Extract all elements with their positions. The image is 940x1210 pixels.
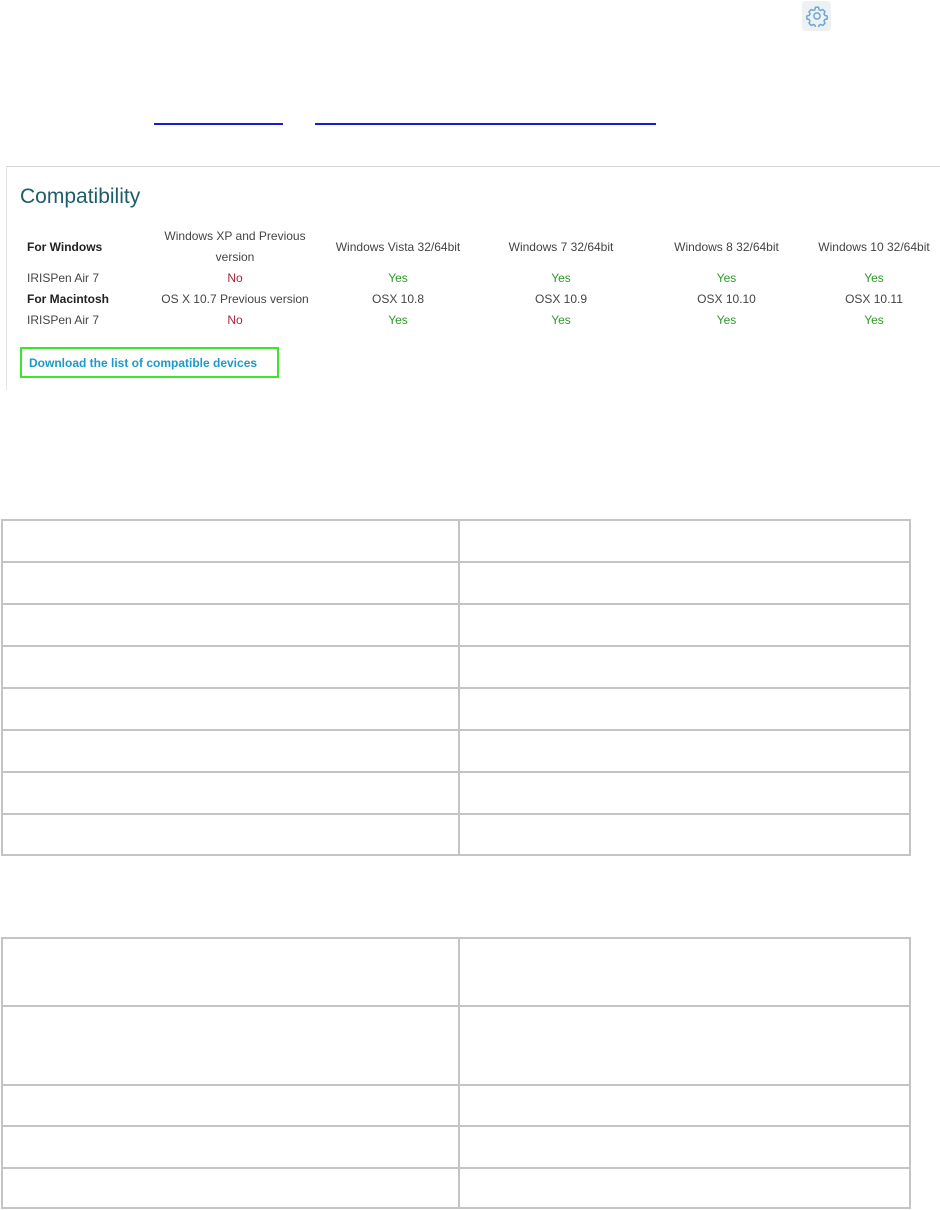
column-header: Windows 7 32/64bit bbox=[508, 239, 614, 254]
table-cell bbox=[458, 813, 911, 856]
table-row bbox=[1, 1084, 911, 1127]
column-header: Windows 10 32/64bit bbox=[818, 239, 930, 254]
table-cell bbox=[458, 519, 911, 563]
table-cell bbox=[458, 687, 911, 731]
table-cell bbox=[458, 729, 911, 773]
status-yes: Yes bbox=[388, 271, 408, 285]
table-cell bbox=[458, 645, 911, 689]
table-cell bbox=[1, 687, 460, 731]
status-yes: Yes bbox=[716, 271, 737, 285]
column-header: OSX 10.9 bbox=[534, 292, 588, 306]
table-cell bbox=[1, 771, 460, 815]
mac-header: For Macintosh bbox=[27, 292, 110, 306]
table-row bbox=[1, 813, 911, 856]
table-cell bbox=[1, 645, 460, 689]
table-cell bbox=[1, 1005, 460, 1086]
spec-table-1 bbox=[1, 519, 911, 856]
compatibility-title: Compatibility bbox=[20, 185, 141, 208]
table-cell bbox=[1, 1125, 460, 1169]
table-cell bbox=[458, 561, 911, 605]
windows-product-row: IRISPen Air 7 No Yes Yes Yes Yes bbox=[20, 268, 940, 289]
status-yes: Yes bbox=[716, 313, 737, 327]
table-row bbox=[1, 771, 911, 815]
spec-table-2 bbox=[1, 937, 911, 1209]
table-cell bbox=[1, 937, 460, 1007]
table-cell bbox=[1, 1084, 460, 1127]
top-link-1[interactable] bbox=[154, 123, 283, 125]
status-yes: Yes bbox=[864, 271, 884, 285]
table-row bbox=[1, 687, 911, 731]
table-cell bbox=[1, 813, 460, 856]
settings-button[interactable] bbox=[802, 1, 831, 31]
gear-icon bbox=[805, 5, 828, 27]
table-row bbox=[1, 1167, 911, 1209]
column-header: OSX 10.11 bbox=[845, 292, 903, 306]
table-row bbox=[1, 519, 911, 563]
download-highlight: Download the list of compatible devices bbox=[20, 347, 279, 378]
column-header: Windows XP and Previous version bbox=[164, 229, 306, 264]
compatibility-table: For Windows Windows XP and Previous vers… bbox=[20, 226, 940, 331]
table-cell bbox=[1, 519, 460, 563]
table-row bbox=[1, 1005, 911, 1086]
table-cell bbox=[458, 1125, 911, 1169]
top-link-2[interactable] bbox=[315, 123, 656, 125]
status-yes: Yes bbox=[551, 313, 571, 327]
status-yes: Yes bbox=[388, 313, 408, 327]
windows-header: For Windows bbox=[27, 239, 103, 254]
column-header: OSX 10.10 bbox=[697, 292, 756, 306]
table-row bbox=[1, 729, 911, 773]
status-no: No bbox=[227, 271, 243, 285]
table-cell bbox=[458, 1084, 911, 1127]
table-row bbox=[1, 603, 911, 647]
table-cell bbox=[458, 937, 911, 1007]
table-row bbox=[1, 561, 911, 605]
table-row bbox=[1, 1125, 911, 1169]
table-cell bbox=[1, 561, 460, 605]
mac-header-row: For Macintosh OS X 10.7 Previous version… bbox=[20, 289, 940, 310]
table-cell bbox=[458, 1167, 911, 1209]
table-cell bbox=[1, 1167, 460, 1209]
column-header: Windows 8 32/64bit bbox=[674, 239, 779, 254]
status-yes: Yes bbox=[551, 271, 571, 285]
table-row bbox=[1, 645, 911, 689]
table-cell bbox=[458, 1005, 911, 1086]
mac-product-row: IRISPen Air 7 No Yes Yes Yes Yes bbox=[20, 310, 940, 331]
product-name: IRISPen Air 7 bbox=[27, 271, 100, 285]
table-cell bbox=[1, 729, 460, 773]
status-yes: Yes bbox=[864, 313, 884, 327]
table-cell bbox=[1, 603, 460, 647]
column-header: OS X 10.7 Previous version bbox=[161, 292, 309, 306]
product-name: IRISPen Air 7 bbox=[27, 313, 100, 327]
table-cell bbox=[458, 771, 911, 815]
table-row bbox=[1, 937, 911, 1007]
download-compatible-devices-link[interactable]: Download the list of compatible devices bbox=[29, 356, 257, 370]
column-header: Windows Vista 32/64bit bbox=[335, 239, 461, 254]
column-header: OSX 10.8 bbox=[371, 292, 425, 306]
windows-header-row: For Windows Windows XP and Previous vers… bbox=[20, 226, 940, 268]
status-no: No bbox=[227, 313, 243, 327]
table-cell bbox=[458, 603, 911, 647]
